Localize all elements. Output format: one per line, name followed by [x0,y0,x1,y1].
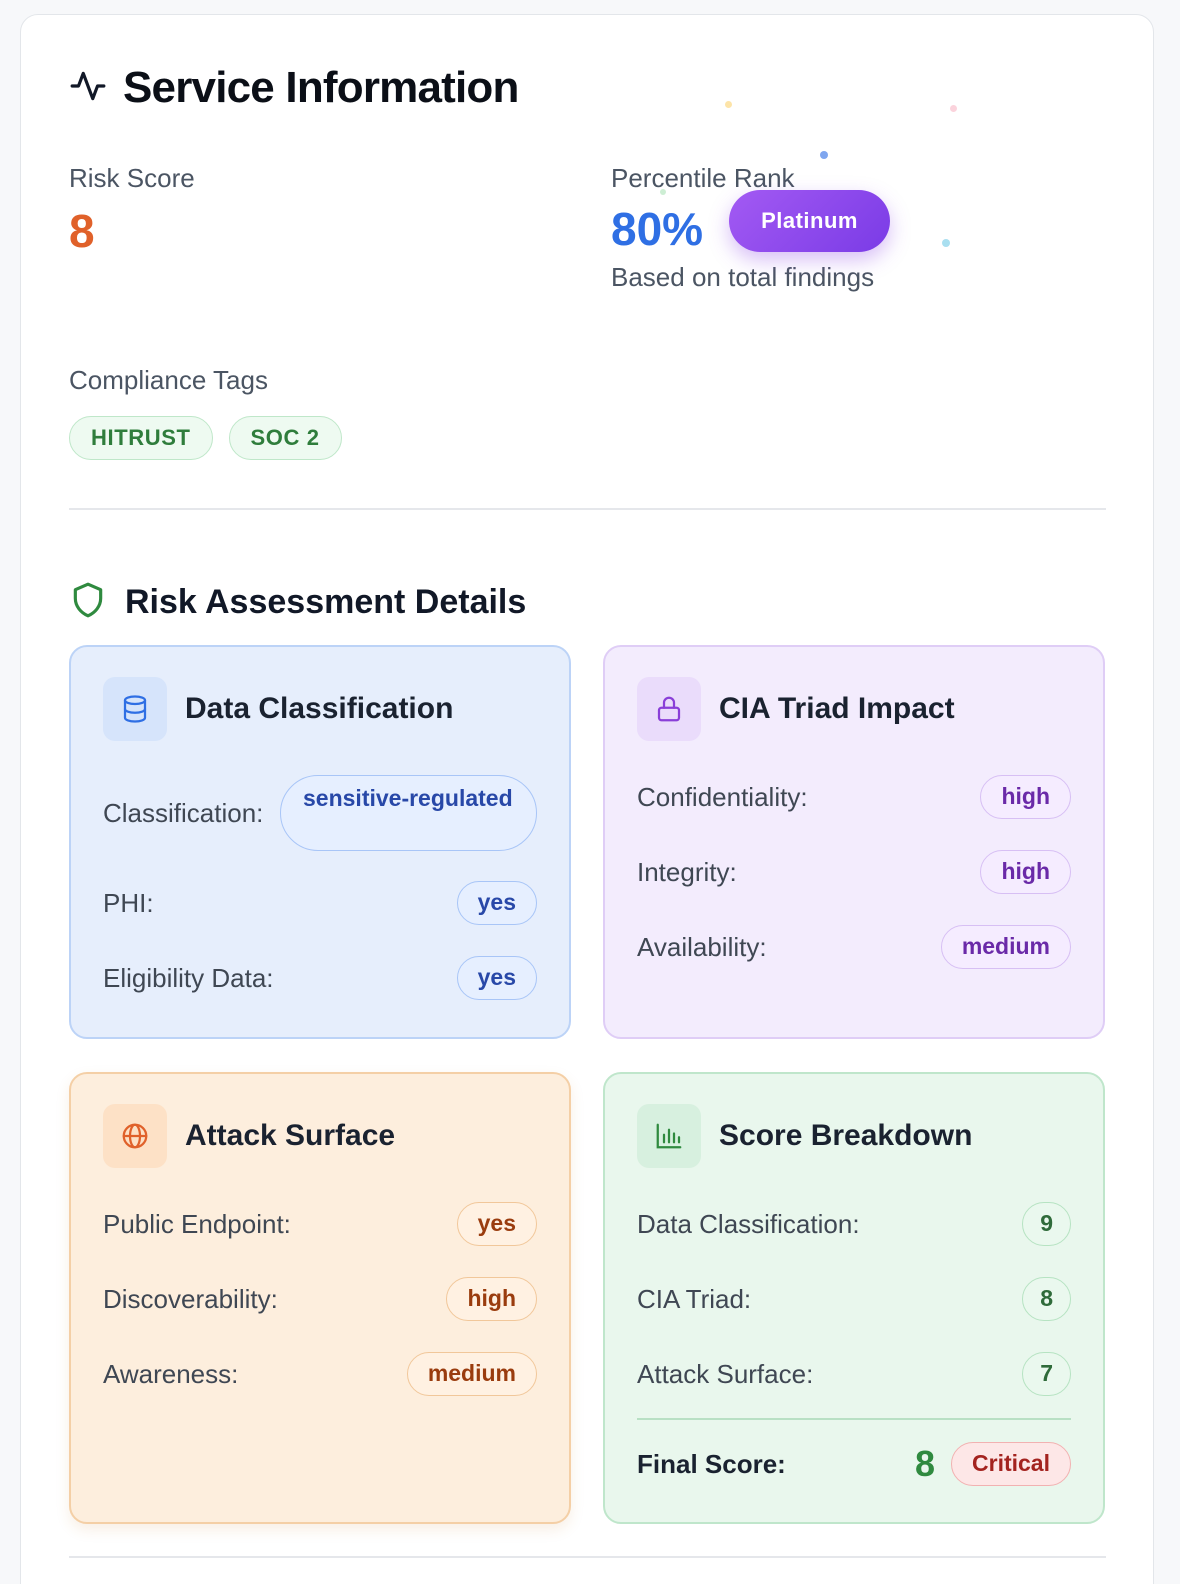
row-label: Availability: [637,931,767,962]
bar-chart-icon [637,1104,701,1168]
confetti-dot [725,101,732,108]
score-cia-row: CIA Triad: 8 [637,1277,1071,1321]
percentile-value: 80% [611,203,704,255]
row-label: Attack Surface: [637,1358,814,1389]
section-divider [69,508,1106,510]
severity-badge: Critical [951,1442,1071,1486]
row-label: PHI: [103,887,154,918]
compliance-tags-block: Compliance Tags HITRUST SOC 2 [69,365,342,460]
platinum-badge: Platinum [729,190,890,252]
final-score-row: Final Score: 8 Critical [637,1442,1071,1486]
database-icon [103,677,167,741]
availability-row: Availability: medium [637,925,1071,969]
risk-score-label: Risk Score [69,163,195,193]
score-attack-surface-row: Attack Surface: 7 [637,1352,1071,1396]
globe-icon [103,1104,167,1168]
value-pill: yes [456,881,537,925]
confetti-dot [660,189,666,195]
value-pill: medium [940,925,1071,969]
percentile-block: Percentile Rank 80% Platinum Based on to… [611,163,890,293]
row-label: Integrity: [637,856,737,887]
compliance-tag: SOC 2 [228,416,342,460]
compliance-tags-label: Compliance Tags [69,365,268,395]
score-pill: 9 [1022,1202,1071,1246]
value-pill: medium [406,1352,537,1396]
bottom-divider [69,1556,1106,1558]
public-endpoint-row: Public Endpoint: yes [103,1202,537,1246]
card-header: Service Information [69,63,519,113]
row-label: Confidentiality: [637,781,808,812]
final-score-value: 8 [914,1443,936,1484]
data-classification-panel: Data Classification Classification: sens… [69,645,571,1039]
shield-icon [69,581,107,624]
panel-title: CIA Triad Impact [719,692,955,725]
activity-icon [69,67,107,110]
panel-title: Data Classification [185,692,454,725]
row-label: Data Classification: [637,1208,860,1239]
risk-score-value: 8 [69,205,95,257]
row-label: Eligibility Data: [103,962,274,993]
confidentiality-row: Confidentiality: high [637,775,1071,819]
row-label: Classification: [103,797,264,828]
panel-title: Score Breakdown [719,1119,973,1152]
score-pill: 7 [1022,1352,1071,1396]
row-label: Discoverability: [103,1283,278,1314]
value-pill: high [980,850,1071,894]
risk-score-block: Risk Score 8 [69,163,195,258]
score-pill: 8 [1022,1277,1071,1321]
service-information-card: Service Information Risk Score 8 Percent… [20,14,1154,1584]
panel-title: Attack Surface [185,1119,396,1152]
value-pill: yes [456,1202,537,1246]
lock-icon [637,677,701,741]
row-label: Awareness: [103,1358,239,1389]
value-pill: high [980,775,1071,819]
score-breakdown-panel: Score Breakdown Data Classification: 9 C… [603,1072,1105,1524]
attack-surface-panel: Attack Surface Public Endpoint: yes Disc… [69,1072,571,1524]
confetti-dot [820,151,828,159]
confetti-dot [950,105,957,112]
integrity-row: Integrity: high [637,850,1071,894]
final-score-label: Final Score: [637,1448,786,1479]
risk-assessment-header: Risk Assessment Details [69,581,526,624]
score-data-classification-row: Data Classification: 9 [637,1202,1071,1246]
classification-pill: sensitive-regulated [280,775,537,851]
row-label: Public Endpoint: [103,1208,291,1239]
page-title: Service Information [123,63,519,112]
section-title: Risk Assessment Details [125,583,527,621]
confetti-dot [942,239,950,247]
awareness-row: Awareness: medium [103,1352,537,1396]
value-pill: high [446,1277,537,1321]
classification-row: Classification: sensitive-regulated [103,775,537,851]
percentile-subtext: Based on total findings [611,262,875,292]
eligibility-row: Eligibility Data: yes [103,956,537,1000]
value-pill: yes [456,956,537,1000]
cia-triad-panel: CIA Triad Impact Confidentiality: high I… [603,645,1105,1039]
row-label: CIA Triad: [637,1283,752,1314]
final-score-divider [637,1418,1071,1420]
compliance-tag: HITRUST [69,416,213,460]
discoverability-row: Discoverability: high [103,1277,537,1321]
phi-row: PHI: yes [103,881,537,925]
